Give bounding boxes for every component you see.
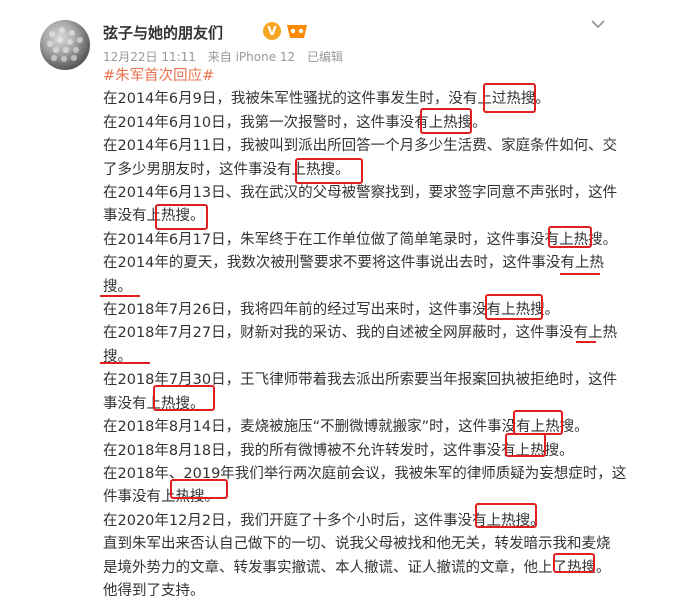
annotation-box [475, 503, 537, 528]
annotation-box [295, 158, 363, 184]
post-source: 来自 iPhone 12 [207, 50, 296, 64]
post-line: 在2020年12月2日，我们开庭了十多个小时后，这件事没有上热搜。 [103, 512, 545, 529]
level-badge-icon [287, 25, 307, 38]
post-line: 在2014年6月17日，朱军终于在工作单位做了简单笔录时，这件事没有上热搜。 [103, 231, 618, 248]
post-line: 在2014年6月13日、我在武汉的父母被警察找到，要求签字同意不声张时，这件 [103, 185, 618, 202]
post-line: 在2014年6月11日，我被叫到派出所回答一个月多少生活费、家庭条件如何、交 [103, 138, 618, 155]
annotation-box [505, 433, 546, 457]
post-line: 在2014年的夏天，我数次被刑警要求不要将这件事说出去时，这件事没有上热 [103, 255, 604, 272]
annotation-underline [100, 295, 140, 297]
post-meta: 12月22日 11:11 来自 iPhone 12 已编辑 [103, 48, 351, 65]
post-line: 搜。 [103, 278, 132, 295]
post-line: 在2014年6月10日，我第一次报警时，这件事没有上热搜。 [103, 114, 487, 131]
post-line: 在2018年7月26日，我将四年前的经过写出来时，这件事没有上热搜。 [103, 302, 560, 319]
annotation-underline [576, 341, 596, 343]
post-edited: 已编辑 [307, 50, 344, 64]
post-line: 了多少男朋友时，这件事没有上热搜。 [103, 161, 350, 178]
annotation-box [485, 294, 543, 320]
user-name[interactable]: 弦子与她的朋友们 [103, 22, 223, 43]
annotation-box [420, 108, 472, 134]
post-line: 在2018年7月27日，财新对我的采访、我的自述被全网屏蔽时，这件事没有上热 [103, 325, 618, 342]
post-line: 直到朱军出来否认自己做下的一切、说我父母被找和他无关，转发暗示我和麦烧 [103, 536, 611, 553]
annotation-box [153, 385, 215, 411]
post-text: #朱军首次回应# 在2014年6月9日，我被朱军性骚扰的这件事发生时，没有上过热… [103, 65, 626, 603]
verified-v-icon: V [263, 22, 281, 40]
annotation-box [155, 204, 208, 230]
post-line: 是境外势力的文章、转发事实撤谎、本人撤谎、证人撤谎的文章，他上了热搜。 [103, 559, 611, 576]
annotation-underline [100, 362, 150, 364]
hashtag-link[interactable]: #朱军首次回应# [103, 65, 623, 88]
post-date[interactable]: 12月22日 11:11 [103, 50, 196, 64]
avatar[interactable] [40, 20, 90, 70]
annotation-box [553, 553, 595, 573]
post-line: 搜。 [103, 348, 132, 365]
post-line: 在2014年6月9日，我被朱军性骚扰的这件事发生时，没有上过热搜。 [103, 91, 550, 108]
annotation-box [548, 226, 592, 248]
annotation-box [513, 410, 563, 435]
chevron-down-icon[interactable] [588, 16, 608, 32]
annotation-underline [560, 273, 600, 275]
annotation-box [483, 83, 536, 113]
post-line: 他得到了支持。 [103, 582, 205, 599]
annotation-box [170, 479, 228, 499]
